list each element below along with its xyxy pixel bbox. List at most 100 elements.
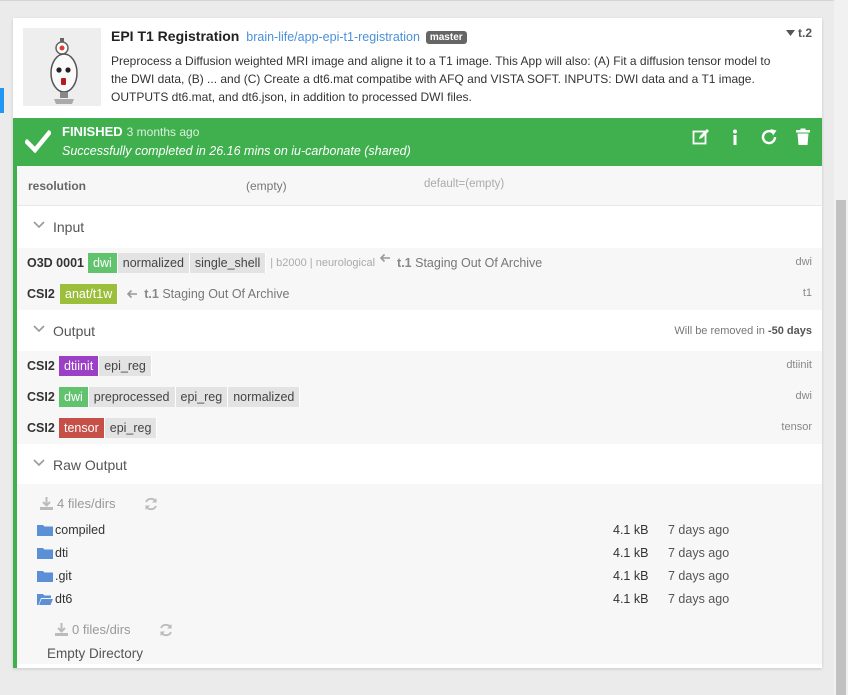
- output-section-header[interactable]: Output Will be removed in -50 days: [17, 310, 822, 351]
- app-avatar: [23, 28, 101, 106]
- app-description: Preprocess a Diffusion weighted MRI imag…: [111, 54, 771, 104]
- raw-output-section-header[interactable]: Raw Output: [17, 444, 822, 484]
- file-name: compiled: [55, 523, 106, 537]
- raw-output-title: Raw Output: [53, 457, 127, 473]
- file-count: 4 files/dirs: [57, 496, 116, 511]
- delete-button[interactable]: [794, 128, 812, 146]
- tag: normalized: [228, 387, 301, 407]
- chevron-down-icon: [33, 325, 45, 333]
- source-task-id: t.1: [144, 287, 159, 301]
- file-row[interactable]: dti 4.1 kB 7 days ago: [37, 544, 797, 564]
- file-size: 4.1 kB: [613, 569, 649, 583]
- tag: single_shell: [189, 253, 267, 273]
- edit-button[interactable]: [692, 128, 710, 146]
- scrollbar[interactable]: [834, 0, 848, 695]
- subject-label: O3D 0001: [27, 256, 84, 270]
- folder-open-icon: [37, 594, 53, 605]
- status-message: Successfully completed in 26.16 mins on …: [62, 144, 411, 158]
- task-card: EPI T1 Registration brain-life/app-epi-t…: [13, 18, 822, 668]
- folder-icon: [37, 571, 53, 582]
- file-browser: 4 files/dirs compiled 4.1 kB 7 days ago …: [17, 484, 822, 664]
- tag-group: tensor epi_reg: [59, 418, 158, 438]
- file-date: 7 days ago: [668, 592, 730, 606]
- caret-down-icon: [785, 30, 795, 36]
- input-section-header[interactable]: Input: [17, 206, 822, 248]
- status-since: 3 months ago: [126, 125, 200, 139]
- output-row: CSI2 tensor epi_reg tensor: [17, 413, 822, 444]
- datatype-tag: dtiinit: [59, 356, 100, 376]
- tag: epi_reg: [104, 418, 158, 438]
- edit-icon: [692, 129, 709, 145]
- source-task[interactable]: t.1 Staging Out Of Archive: [397, 253, 542, 273]
- input-id: t1: [802, 287, 812, 299]
- subdir-file-count: 0 files/dirs: [72, 622, 131, 637]
- chevron-down-icon: [33, 221, 45, 229]
- datatype-tag: dwi: [59, 387, 89, 407]
- chevron-down-icon: [33, 459, 45, 467]
- input-section-title: Input: [53, 219, 85, 235]
- config-value: (empty): [246, 179, 287, 193]
- trash-icon: [796, 128, 810, 145]
- arrow-left-icon: [379, 253, 391, 263]
- robot-icon: [23, 28, 101, 106]
- file-name: .git: [55, 569, 72, 583]
- output-row: CSI2 dtiinit epi_reg dtiinit: [17, 351, 822, 382]
- scrollbar-thumb[interactable]: [836, 200, 846, 695]
- file-row[interactable]: .git 4.1 kB 7 days ago: [37, 567, 797, 587]
- arrow-left-icon: [127, 289, 138, 299]
- output-section-title: Output: [53, 323, 96, 339]
- empty-directory-label: Empty Directory: [47, 646, 144, 661]
- tag: preprocessed: [88, 387, 176, 407]
- download-all-button[interactable]: 4 files/dirs: [40, 496, 116, 511]
- app-repo-link[interactable]: brain-life/app-epi-t1-registration: [246, 30, 420, 44]
- info-button[interactable]: [726, 128, 744, 146]
- task-id-label: t.2: [797, 26, 812, 40]
- app-title-row: EPI T1 Registration brain-life/app-epi-t…: [111, 28, 467, 44]
- tag-group: dwi preprocessed epi_reg normalized: [59, 387, 301, 407]
- file-size: 4.1 kB: [613, 523, 649, 537]
- file-date: 7 days ago: [668, 523, 730, 537]
- file-row[interactable]: dt6 4.1 kB 7 days ago: [37, 590, 797, 610]
- output-id: dtiinit: [786, 359, 812, 371]
- check-icon: [25, 129, 51, 154]
- sidebar-active-indicator: [0, 88, 4, 113]
- refresh-icon[interactable]: [159, 623, 173, 637]
- rerun-icon: [761, 129, 777, 145]
- task-body: resolution (empty) default=(empty) Input…: [13, 166, 822, 668]
- output-id: dwi: [795, 390, 812, 402]
- config-default: default=(empty): [424, 178, 505, 190]
- branch-badge: master: [425, 31, 467, 44]
- file-size: 4.1 kB: [613, 592, 649, 606]
- tag-group: anat/t1w t.1 Staging Out Of Archive: [60, 284, 290, 304]
- file-date: 7 days ago: [668, 569, 730, 583]
- status-label: FINISHED 3 months ago: [62, 124, 199, 139]
- download-subdir-button[interactable]: 0 files/dirs: [55, 622, 131, 637]
- datatype-tag: dwi: [88, 253, 118, 273]
- file-size: 4.1 kB: [613, 546, 649, 560]
- download-icon: [40, 497, 53, 510]
- task-id-toggle[interactable]: t.2: [785, 26, 812, 40]
- input-row: O3D 0001 dwi normalized single_shell | b…: [17, 248, 822, 279]
- input-row: CSI2 anat/t1w t.1 Staging Out Of Archive…: [17, 279, 822, 310]
- refresh-icon[interactable]: [144, 497, 158, 511]
- file-row[interactable]: compiled 4.1 kB 7 days ago: [37, 521, 797, 541]
- app-name: EPI T1 Registration: [111, 28, 240, 44]
- file-name: dti: [55, 546, 69, 560]
- app-header: EPI T1 Registration brain-life/app-epi-t…: [13, 18, 822, 118]
- source-task[interactable]: t.1 Staging Out Of Archive: [144, 284, 289, 304]
- source-task-id: t.1: [397, 256, 412, 270]
- tag: epi_reg: [175, 387, 229, 407]
- source-task-name: Staging Out Of Archive: [162, 287, 290, 301]
- subject-label: CSI2: [27, 287, 55, 301]
- tag-group: dtiinit epi_reg: [59, 356, 152, 376]
- input-id: dwi: [795, 256, 812, 268]
- rerun-button[interactable]: [760, 128, 778, 146]
- subject-label: CSI2: [27, 421, 55, 435]
- config-row: resolution (empty) default=(empty): [17, 166, 822, 206]
- removal-days: -50 days: [767, 325, 812, 337]
- subject-label: CSI2: [27, 359, 55, 373]
- tag: normalized: [117, 253, 190, 273]
- config-key: resolution: [28, 179, 87, 193]
- source-task-name: Staging Out Of Archive: [415, 256, 543, 270]
- top-divider: [0, 0, 848, 1]
